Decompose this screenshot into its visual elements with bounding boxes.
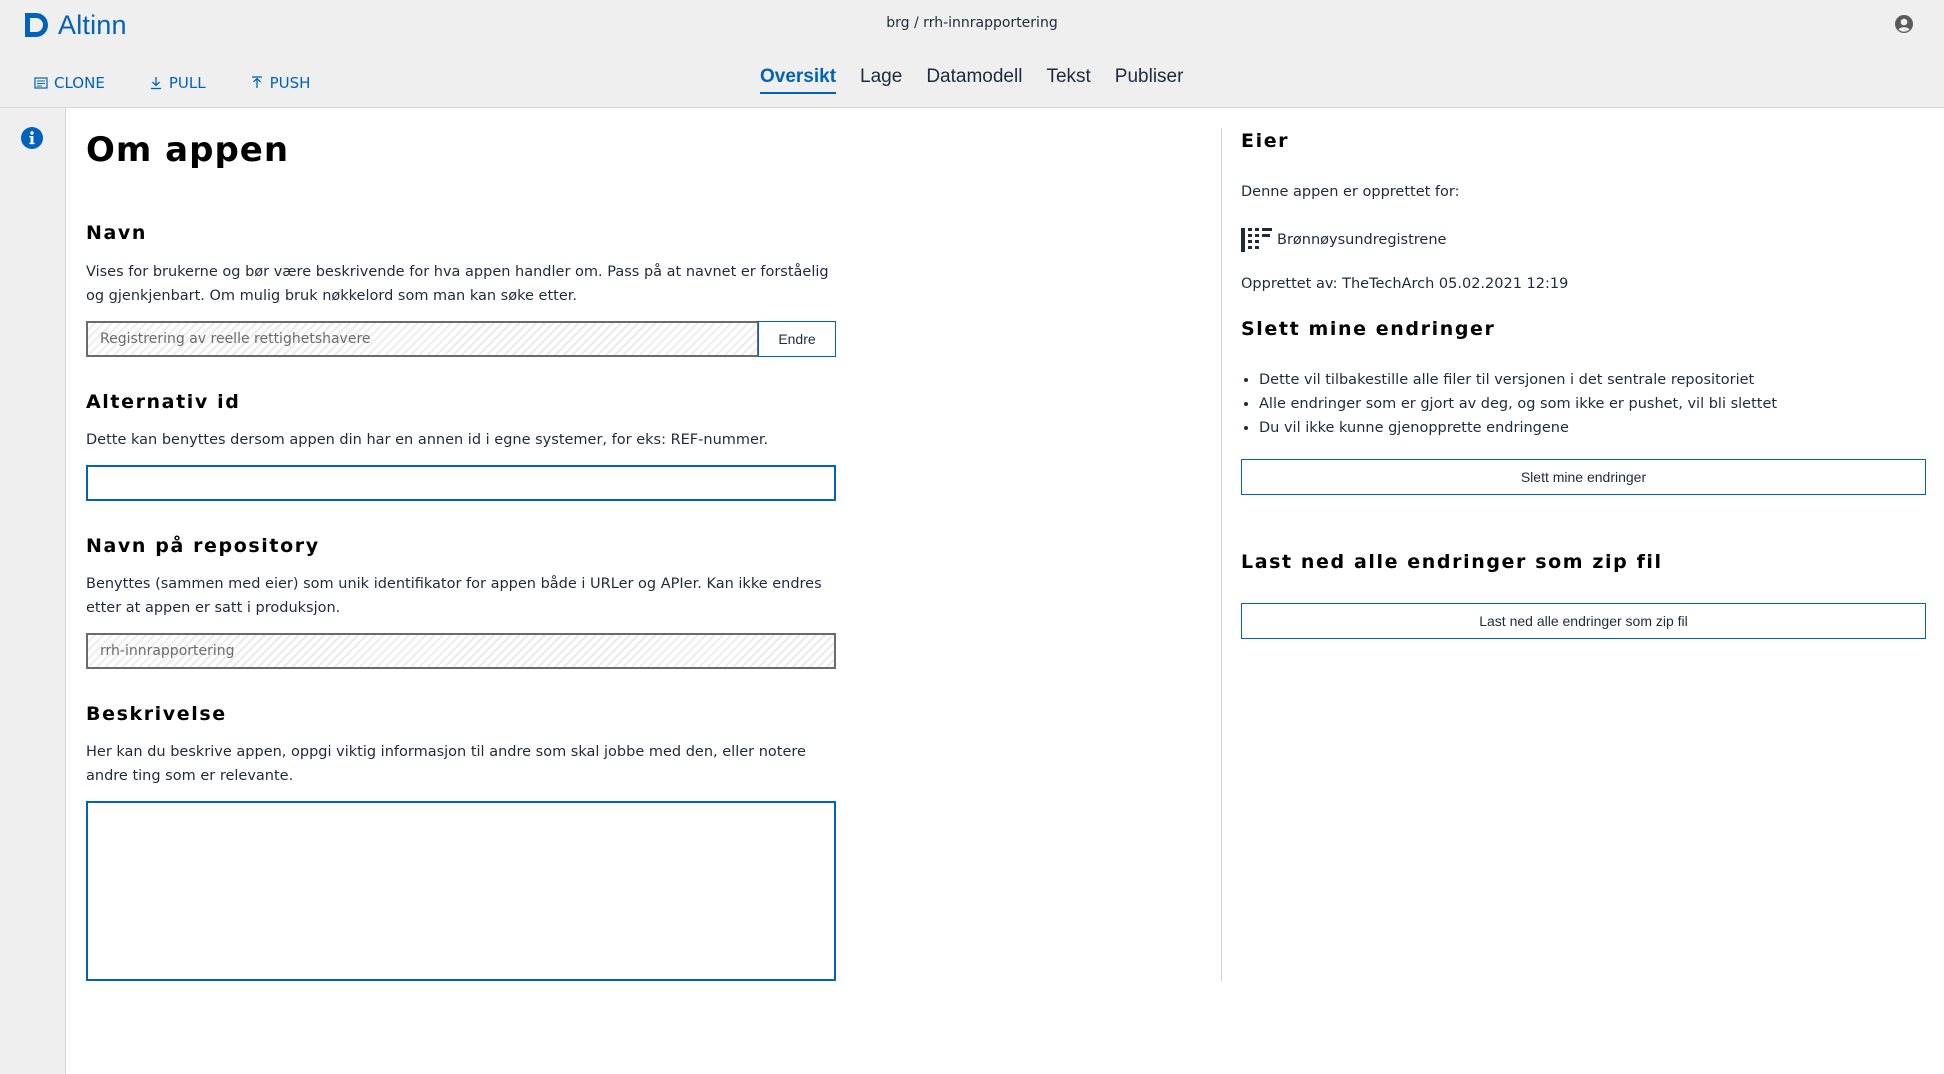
eier-heading: Eier <box>1241 130 1290 152</box>
repo-toolbar: CLONE PULL PUSH <box>34 74 354 92</box>
download-heading: Last ned alle endringer som zip fil <box>1241 551 1663 573</box>
org-name: Brønnøysundregistrene <box>1277 232 1447 248</box>
list-item: Alle endringer som er gjort av deg, og s… <box>1259 392 1777 416</box>
push-label: PUSH <box>269 74 311 92</box>
navn-section: Navn <box>86 222 147 244</box>
repository-description: Benyttes (sammen med eier) som unik iden… <box>86 576 822 616</box>
slett-heading: Slett mine endringer <box>1241 318 1496 340</box>
breadcrumb: brg / rrh-innrapportering <box>886 15 1058 31</box>
clone-label: CLONE <box>54 74 105 92</box>
tab-tekst[interactable]: Tekst <box>1046 66 1090 94</box>
beskrivelse-description: Her kan du beskrive appen, oppgi viktig … <box>86 744 806 784</box>
org-row: Brønnøysundregistrene <box>1241 226 1446 254</box>
pull-label: PULL <box>168 74 206 92</box>
top-header: Altinn brg / rrh-innrapportering CLONE P… <box>0 0 1944 108</box>
tab-lage[interactable]: Lage <box>860 66 902 94</box>
slett-button[interactable]: Slett mine endringer <box>1241 459 1926 495</box>
alternativ-id-description: Dette kan benyttes dersom appen din har … <box>86 432 769 448</box>
tab-publiser[interactable]: Publiser <box>1115 66 1184 94</box>
navn-field: Registrering av reelle rettighetshavere <box>86 321 759 357</box>
download-zip-button[interactable]: Last ned alle endringer som zip fil <box>1241 603 1926 639</box>
tab-datamodell[interactable]: Datamodell <box>926 66 1022 94</box>
navn-description: Vises for brukerne og bør være beskriven… <box>86 264 829 304</box>
download-icon <box>150 77 161 90</box>
user-circle-icon[interactable] <box>1894 14 1914 34</box>
list-item: Du vil ikke kunne gjenopprette endringen… <box>1259 416 1777 440</box>
alternativ-id-heading: Alternativ id <box>86 391 241 413</box>
tab-oversikt[interactable]: Oversikt <box>760 66 837 94</box>
upload-icon <box>251 76 262 88</box>
clone-button[interactable]: CLONE <box>34 74 105 92</box>
page-title: Om appen <box>86 130 290 170</box>
organization-icon <box>1241 228 1272 252</box>
slett-warning-list: Dette vil tilbakestille alle filer til v… <box>1241 368 1777 440</box>
beskrivelse-heading: Beskrivelse <box>86 703 227 725</box>
created-for-label: Denne appen er opprettet for: <box>1241 184 1460 200</box>
list-item: Dette vil tilbakestille alle filer til v… <box>1259 368 1777 392</box>
main-nav: Oversikt Lage Datamodell Tekst Publiser <box>760 66 1207 94</box>
clone-icon <box>34 77 48 89</box>
push-button[interactable]: PUSH <box>250 74 311 92</box>
left-rail <box>0 108 66 1074</box>
column-divider <box>1221 128 1222 981</box>
pull-button[interactable]: PULL <box>149 74 206 92</box>
repository-heading: Navn på repository <box>86 535 320 557</box>
alternativ-id-input[interactable] <box>86 465 836 501</box>
created-by: Opprettet av: TheTechArch 05.02.2021 12:… <box>1241 276 1569 292</box>
endre-button[interactable]: Endre <box>758 321 836 357</box>
navn-heading: Navn <box>86 222 148 244</box>
beskrivelse-textarea[interactable] <box>86 801 836 981</box>
repository-field: rrh-innrapportering <box>86 633 836 669</box>
info-icon[interactable] <box>20 126 44 150</box>
